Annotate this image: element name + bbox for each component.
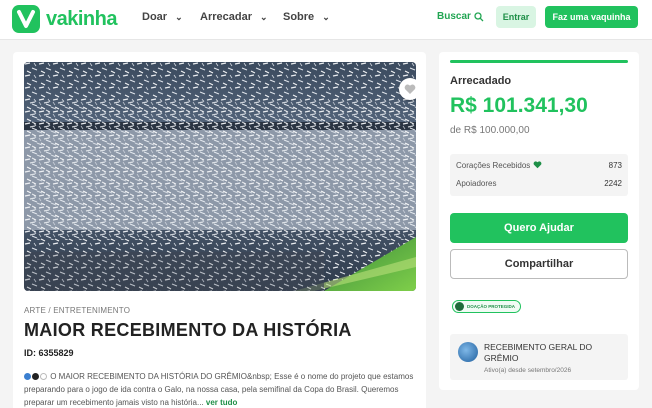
nav-doar-label: Doar <box>142 11 168 23</box>
campaign-stats: Corações Recebidos 873 Apoiadores 2242 <box>450 154 628 196</box>
nav-arrecadar-label: Arrecadar <box>200 11 252 23</box>
black-circle-icon <box>32 373 39 380</box>
shield-icon <box>455 302 464 311</box>
supporters-row: Apoiadores 2242 <box>456 179 622 188</box>
heart-icon <box>404 84 416 94</box>
supporters-label: Apoiadores <box>456 179 497 188</box>
chevron-down-icon: ⌄ <box>322 11 330 22</box>
nav-sobre[interactable]: Sobre ⌄ <box>283 11 330 23</box>
nav-arrecadar[interactable]: Arrecadar ⌄ <box>200 11 268 23</box>
logo-v-icon <box>12 5 40 33</box>
top-header: vakinha Doar ⌄ Arrecadar ⌄ Sobre ⌄ Busca… <box>0 0 652 40</box>
goal-amount: de R$ 100.000,00 <box>450 125 530 136</box>
read-more-link[interactable]: ver tudo <box>206 398 238 407</box>
campaign-card: ARTE / ENTRETENIMENTO MAIOR RECEBIMENTO … <box>13 52 426 408</box>
hearts-label-wrap: Corações Recebidos <box>456 161 542 170</box>
logo-text: vakinha <box>46 7 117 30</box>
share-button[interactable]: Compartilhar <box>450 249 628 279</box>
white-circle-icon <box>40 373 47 380</box>
campaign-cover-image <box>24 62 416 291</box>
organizer-since: Ativo(a) desde setembro/2026 <box>484 367 572 374</box>
search-label: Buscar <box>437 11 471 22</box>
hearts-count: 873 <box>608 161 622 170</box>
raised-amount: R$ 101.341,30 <box>450 94 588 117</box>
campaign-description: O MAIOR RECEBIMENTO DA HISTÓRIA DO GRÊMI… <box>24 370 416 408</box>
favorite-button[interactable] <box>399 78 416 100</box>
campaign-title: MAIOR RECEBIMENTO DA HISTÓRIA <box>24 320 352 340</box>
organizer-avatar <box>458 342 478 362</box>
supporters-count: 2242 <box>604 179 622 188</box>
protected-label: DOAÇÃO PROTEGIDA <box>467 304 516 309</box>
raised-label: Arrecadado <box>450 75 512 87</box>
search-icon <box>474 11 484 21</box>
campaign-id: ID: 6355829 <box>24 348 74 358</box>
chevron-down-icon: ⌄ <box>259 11 268 22</box>
nav-doar[interactable]: Doar ⌄ <box>142 11 183 23</box>
search-button[interactable]: Buscar <box>437 11 484 22</box>
donate-button[interactable]: Quero Ajudar <box>450 213 628 243</box>
hearts-row: Corações Recebidos 873 <box>456 161 622 170</box>
create-campaign-button[interactable]: Faz uma vaquinha <box>545 6 638 28</box>
nav-sobre-label: Sobre <box>283 11 315 23</box>
vakinha-logo[interactable]: vakinha <box>12 5 117 33</box>
hearts-label: Corações Recebidos <box>456 161 531 170</box>
donation-card: Arrecadado R$ 101.341,30 de R$ 100.000,0… <box>439 52 639 390</box>
login-button[interactable]: Entrar <box>496 6 536 28</box>
organizer-name: RECEBIMENTO GERAL DO GRÊMIO <box>484 342 593 363</box>
campaign-category: ARTE / ENTRETENIMENTO <box>24 306 131 315</box>
blue-circle-icon <box>24 373 31 380</box>
organizer-card[interactable]: RECEBIMENTO GERAL DO GRÊMIO Ativo(a) des… <box>450 334 628 380</box>
chevron-down-icon: ⌄ <box>175 11 183 22</box>
funding-progress-bar <box>450 60 628 63</box>
green-heart-icon <box>533 161 541 169</box>
funding-progress-fill <box>450 60 628 63</box>
protected-donation-badge: DOAÇÃO PROTEGIDA <box>452 300 522 313</box>
